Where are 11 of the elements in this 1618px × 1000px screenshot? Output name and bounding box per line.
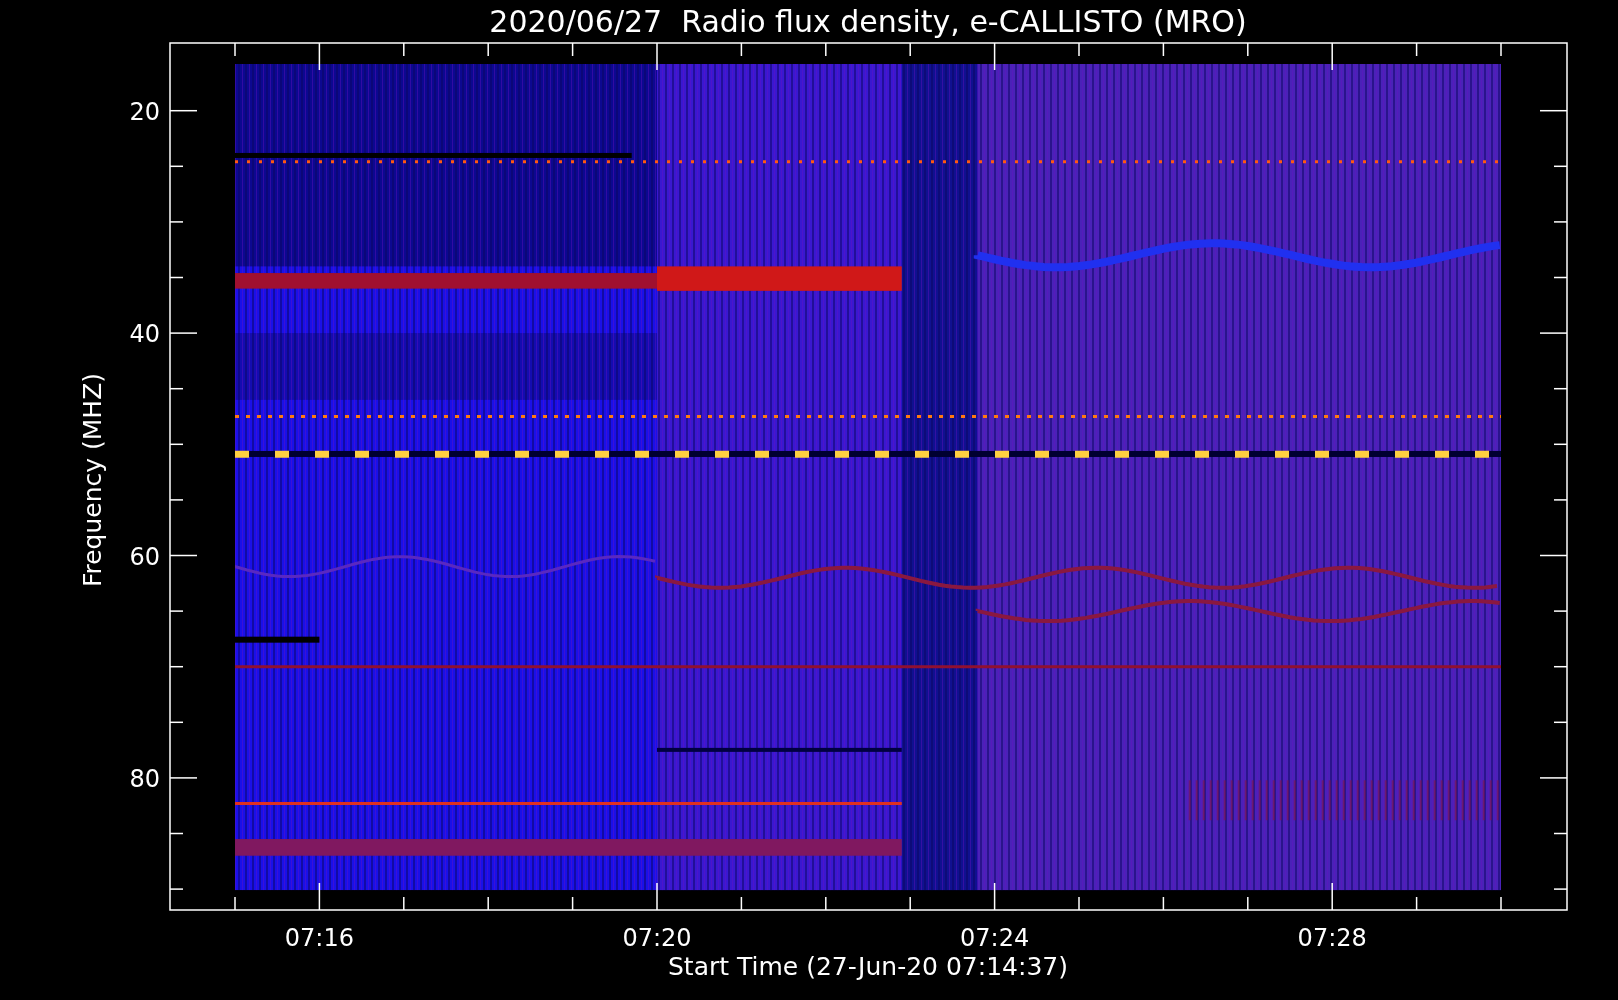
axis-tick-label: 40 xyxy=(129,320,160,349)
y-axis-label: Frequency (MHZ) xyxy=(78,372,107,588)
axis-tick-label: 07:16 xyxy=(284,924,354,952)
axis-tick-label: 07:24 xyxy=(960,924,1030,952)
axis-tick-label: 20 xyxy=(129,97,160,126)
axis-tick-label: 07:20 xyxy=(622,924,692,952)
chart-title: 2020/06/27 Radio flux density, e-CALLISTO (MRO) xyxy=(489,4,1247,39)
axis-tick-label: 07:28 xyxy=(1297,924,1367,952)
axis-tick-label: 80 xyxy=(129,764,160,793)
axis-tick-label: 60 xyxy=(129,542,160,571)
x-axis-label: Start Time (27-Jun-20 07:14:37) xyxy=(668,952,1068,981)
